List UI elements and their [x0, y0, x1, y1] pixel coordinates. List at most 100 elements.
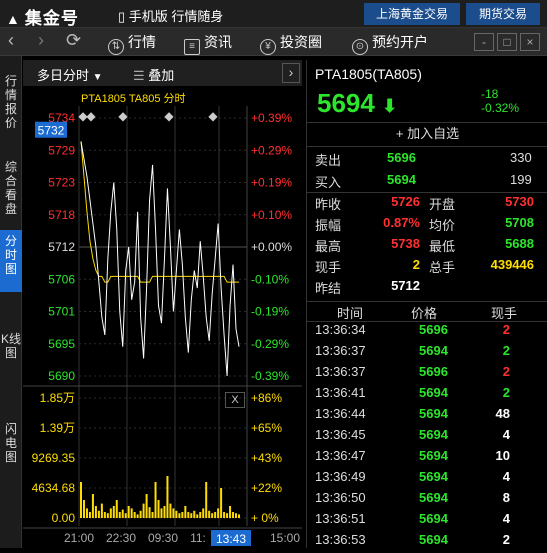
- period-dropdown[interactable]: 多日分时 ▼: [37, 65, 103, 84]
- trade-volume: 2: [502, 385, 510, 400]
- stat-label: 现手: [315, 260, 342, 275]
- pct-tick-label: -0.19%: [251, 305, 289, 319]
- trade-volume: 8: [502, 490, 510, 505]
- x-tick-label: 22:30: [106, 531, 136, 545]
- forward-icon[interactable]: ›: [38, 30, 44, 50]
- toolbar-community[interactable]: ¥ 投资圈: [260, 32, 322, 55]
- price-tick-label: 5712: [48, 240, 75, 254]
- session-marker: ◆: [208, 109, 218, 123]
- app-logo: ▲ 集金号: [6, 4, 79, 29]
- trade-time: 13:36:44: [315, 406, 366, 421]
- maximize-button[interactable]: □: [497, 33, 517, 51]
- mobile-version-link[interactable]: ▯ 手机版 行情随身: [118, 6, 223, 25]
- rail-tab-kline[interactable]: K线图: [0, 328, 22, 378]
- volume-tick-label: 9269.35: [32, 451, 76, 465]
- volume-bar: [106, 513, 109, 518]
- volume-bar: [121, 509, 124, 518]
- phone-icon: ▯: [118, 9, 126, 24]
- trade-row: 13:36:41 5694 2: [307, 385, 547, 406]
- back-icon[interactable]: ‹: [8, 30, 14, 50]
- trade-price: 5694: [419, 406, 448, 421]
- trade-time: 13:36:47: [315, 448, 366, 463]
- trade-time: 13:36:37: [315, 364, 366, 379]
- add-to-watchlist-button[interactable]: + 加入自选: [307, 123, 547, 145]
- volume-bar: [190, 513, 193, 518]
- volume-bar: [199, 512, 202, 518]
- trade-volume: 4: [502, 427, 510, 442]
- tab-gold-exchange[interactable]: 上海黄金交易: [364, 3, 460, 25]
- chart-icon: ⇅: [108, 39, 124, 55]
- close-button[interactable]: ×: [520, 33, 540, 51]
- volume-bar: [229, 506, 232, 518]
- volume-bar: [124, 513, 127, 518]
- volume-pct-label: + 0%: [251, 511, 279, 525]
- trade-price: 5694: [419, 448, 448, 463]
- trade-price: 5694: [419, 385, 448, 400]
- trade-price: 5696: [419, 364, 448, 379]
- pct-tick-label: -0.29%: [251, 337, 289, 351]
- volume-pct-label: +86%: [251, 391, 282, 405]
- price-tick-label: 5706: [48, 272, 75, 286]
- volume-tick-label: 1.39万: [40, 421, 75, 435]
- volume-bar: [226, 513, 229, 518]
- trade-price: 5696: [419, 322, 448, 337]
- volume-bar: [238, 514, 240, 518]
- trade-row: 13:36:44 5694 48: [307, 406, 547, 427]
- trade-row: 13:36:37 5694 2: [307, 343, 547, 364]
- pct-tick-label: -0.39%: [251, 369, 289, 383]
- chevron-down-icon: ▼: [92, 72, 103, 83]
- trade-price: 5694: [419, 427, 448, 442]
- trade-row: 13:36:51 5694 4: [307, 511, 547, 532]
- stat-value: 5708: [505, 215, 534, 230]
- price-tick-label: 5729: [48, 143, 75, 157]
- toolbar: ‹ › ⟳ ⇅ 行情 ≡ 资讯 ¥ 投资圈 ⊙ 预约开户 - □ ×: [0, 28, 547, 56]
- rail-tab-quotes[interactable]: 行情报价: [0, 70, 22, 134]
- close-volume-icon[interactable]: X: [225, 392, 245, 408]
- volume-bar: [220, 488, 223, 518]
- buy-label: 买入: [315, 175, 342, 190]
- trade-row: 13:36:50 5694 8: [307, 490, 547, 511]
- overlay-button[interactable]: ☰ 叠加: [133, 65, 174, 84]
- stats-row: 现手 2 总手 439446: [307, 257, 547, 278]
- trades-header-time: 时间: [337, 306, 364, 321]
- toolbar-quotes[interactable]: ⇅ 行情: [108, 32, 156, 55]
- price-line: [80, 141, 240, 377]
- volume-bar: [154, 482, 157, 518]
- stat-label: 昨结: [315, 281, 342, 296]
- volume-bar: [175, 510, 178, 518]
- chevron-right-icon[interactable]: ›: [282, 63, 300, 83]
- rail-tab-overview[interactable]: 综合看盘: [0, 156, 22, 220]
- session-marker: ◆: [86, 109, 96, 123]
- price-change-pct: -0.32%: [481, 101, 520, 115]
- trade-time: 13:36:49: [315, 469, 366, 484]
- volume-bar: [127, 506, 130, 518]
- pct-tick-label: +0.19%: [251, 176, 292, 190]
- volume-bar: [202, 508, 205, 518]
- volume-bar: [223, 512, 226, 518]
- volume-bar: [94, 506, 97, 518]
- stat-value: 439446: [490, 257, 534, 272]
- toolbar-news[interactable]: ≡ 资讯: [184, 32, 232, 55]
- chart-svg: 5734 +0.39%5729 +0.29%5723 +0.19%5718 +0.10%…: [23, 106, 302, 546]
- toolbar-open-account-label: 预约开户: [372, 34, 428, 50]
- stat-label: 总手: [429, 260, 456, 275]
- trade-volume: 10: [495, 448, 510, 463]
- stat-value: 2: [412, 257, 420, 272]
- rail-tab-intraday[interactable]: 分时图: [0, 230, 22, 292]
- volume-bar: [232, 512, 235, 518]
- refresh-icon[interactable]: ⟳: [66, 30, 81, 50]
- buy-volume: 199: [510, 172, 532, 187]
- toolbar-open-account[interactable]: ⊙ 预约开户: [352, 32, 428, 55]
- volume-bar: [196, 514, 199, 518]
- minimize-button[interactable]: -: [474, 33, 494, 51]
- trade-time: 13:36:51: [315, 511, 366, 526]
- volume-tick-label: 1.85万: [40, 391, 75, 405]
- trade-price: 5694: [419, 343, 448, 358]
- trade-price: 5694: [419, 490, 448, 505]
- tab-futures[interactable]: 期货交易: [466, 3, 540, 25]
- rail-tab-flash[interactable]: 闪电图: [0, 418, 22, 468]
- volume-bar: [163, 506, 166, 518]
- price-tick-label: 5718: [48, 208, 75, 222]
- volume-bar: [214, 512, 217, 518]
- volume-bar: [133, 512, 136, 518]
